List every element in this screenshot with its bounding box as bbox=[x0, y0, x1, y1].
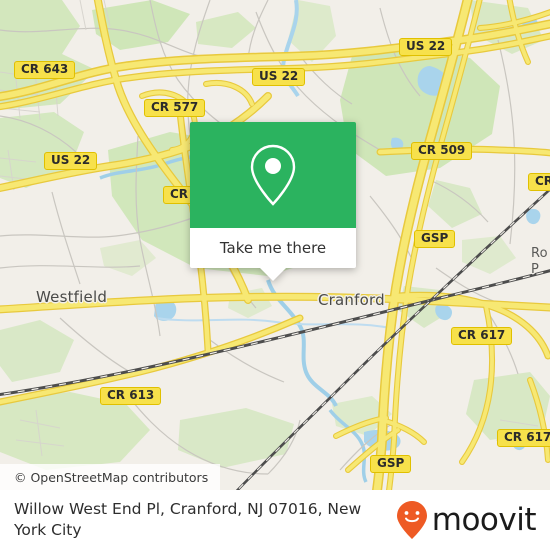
road-shield-gsp-lower[interactable]: GSP bbox=[370, 455, 412, 473]
footer-bar: Willow West End Pl, Cranford, NJ 07016, … bbox=[0, 490, 550, 550]
road-shield-cr-617-lower[interactable]: CR 617 bbox=[497, 429, 550, 447]
moovit-logo[interactable]: moovit bbox=[395, 500, 537, 540]
road-shield-cr-right-edge[interactable]: CR bbox=[528, 173, 550, 191]
road-shield-cr-643[interactable]: CR 643 bbox=[14, 61, 76, 79]
popup-action-bar[interactable]: Take me there bbox=[190, 228, 356, 281]
popup-image-panel bbox=[190, 122, 356, 228]
road-shield-us-22-top-center[interactable]: US 22 bbox=[252, 68, 306, 86]
moovit-wordmark: moovit bbox=[431, 501, 537, 538]
road-shield-cr-613[interactable]: CR 613 bbox=[100, 387, 162, 405]
popup-tail bbox=[260, 268, 286, 281]
osm-attribution[interactable]: © OpenStreetMap contributors bbox=[0, 464, 221, 490]
road-shield-cr-509[interactable]: CR 509 bbox=[411, 142, 473, 160]
map-pin-icon bbox=[250, 144, 296, 206]
address-label: Willow West End Pl, Cranford, NJ 07016, … bbox=[14, 500, 362, 539]
moovit-pin-smiley-icon bbox=[396, 501, 427, 539]
road-shield-us-22-left[interactable]: US 22 bbox=[44, 152, 98, 170]
road-shield-cr-617-upper[interactable]: CR 617 bbox=[451, 327, 513, 345]
take-me-there-label: Take me there bbox=[219, 239, 327, 257]
location-popup-card[interactable]: Take me there bbox=[190, 122, 356, 281]
moovit-map-screenshot: Westfield Cranford Ro P CR 643 US 22 US … bbox=[0, 0, 550, 550]
road-shield-us-22-top-right[interactable]: US 22 bbox=[399, 38, 453, 56]
road-shield-gsp-upper[interactable]: GSP bbox=[414, 230, 456, 248]
road-shield-cr-577[interactable]: CR 577 bbox=[144, 99, 206, 117]
